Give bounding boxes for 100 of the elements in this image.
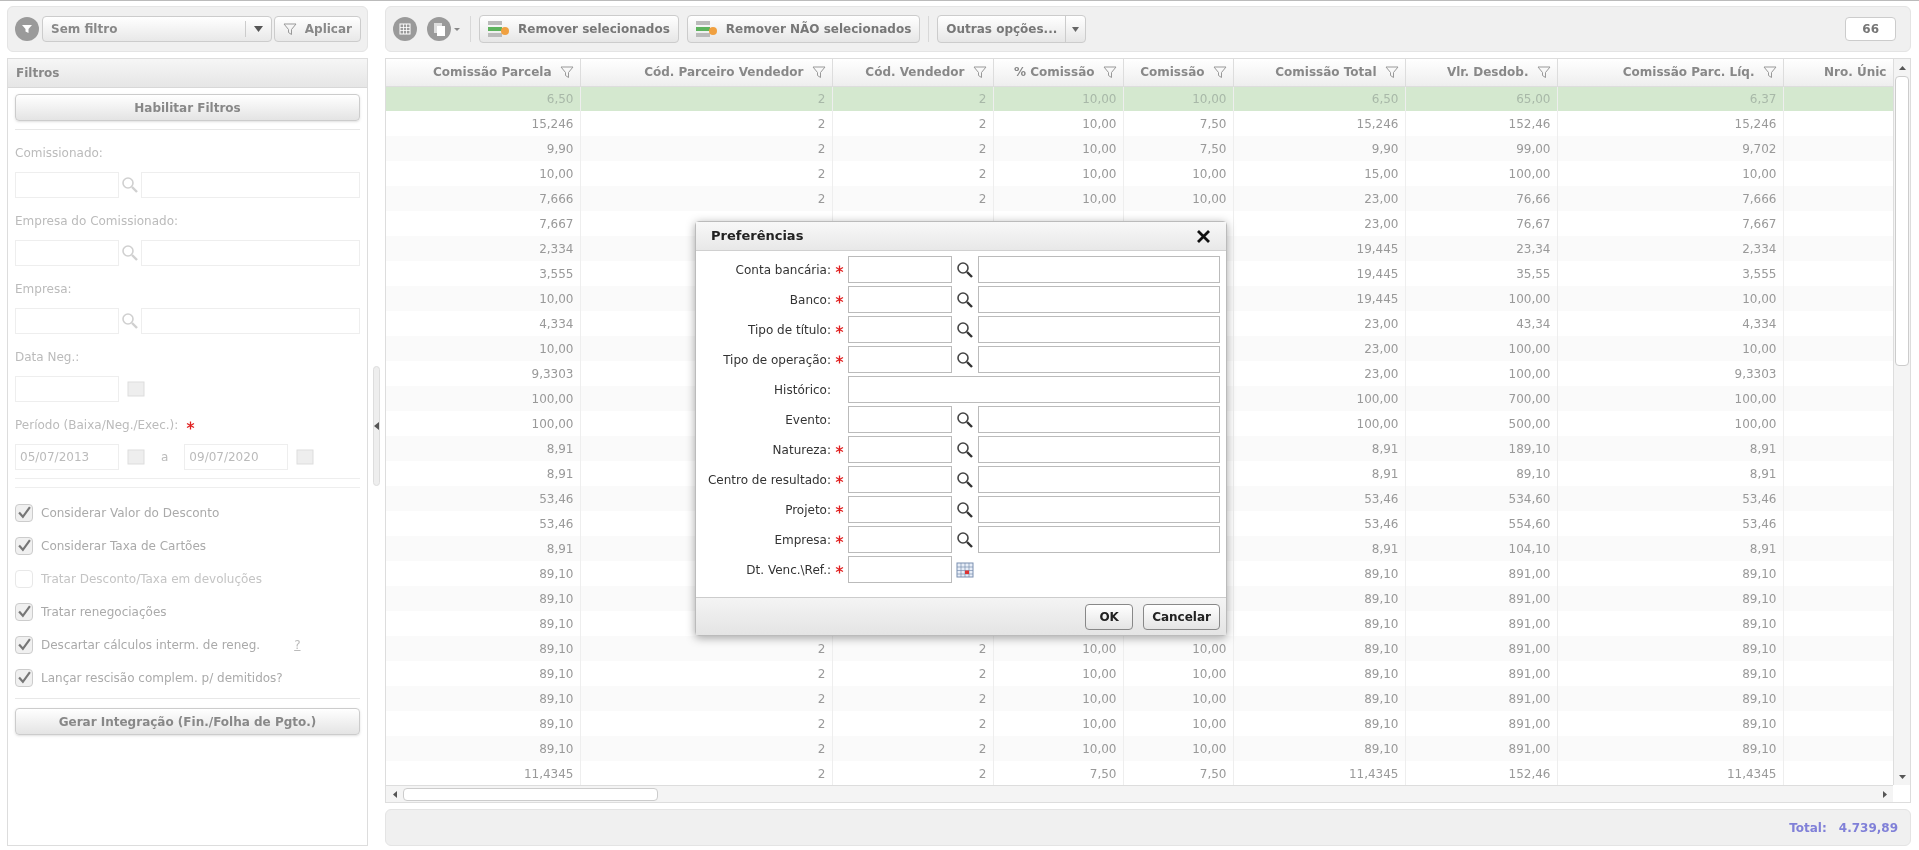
filter-icon[interactable]	[972, 65, 987, 80]
column-header[interactable]: Comissão Total	[1233, 59, 1405, 86]
column-header[interactable]: Cód. Parceiro Vendedor	[580, 59, 832, 86]
code-input[interactable]	[848, 466, 952, 493]
search-icon[interactable]	[956, 530, 974, 549]
table-cell: 23,34	[1516, 241, 1551, 256]
table-row[interactable]: 15,246 2 2 10,00 7,50 15,246 152,46 15,246	[386, 111, 1893, 136]
column-header[interactable]: % Comissão	[993, 59, 1123, 86]
description-input[interactable]	[978, 256, 1220, 283]
code-input[interactable]	[848, 346, 952, 373]
range-separator: a	[160, 449, 170, 466]
help-link[interactable]: ?	[294, 635, 301, 654]
column-header[interactable]: Cód. Vendedor	[832, 59, 993, 86]
table-cell: 2	[978, 666, 987, 681]
filter-icon[interactable]	[1384, 65, 1399, 80]
filter-icon[interactable]	[559, 65, 574, 80]
table-cell: 53,46	[539, 516, 574, 531]
filter-select[interactable]: Sem filtro	[42, 16, 272, 42]
remove-button[interactable]: Remover selecionados	[479, 15, 679, 43]
generate-integration-button[interactable]: Gerar Integração (Fin./Folha de Pgto.)	[15, 708, 360, 735]
apply-button[interactable]: Aplicar	[273, 16, 361, 42]
copy-menu-icon[interactable]	[426, 16, 462, 42]
scroll-left-icon[interactable]	[392, 790, 397, 798]
horizontal-scrollbar[interactable]	[386, 785, 1893, 802]
filter-icon[interactable]	[1762, 65, 1777, 80]
filter-icon[interactable]	[1536, 65, 1551, 80]
table-cell: 23,00	[1364, 191, 1399, 206]
code-input[interactable]	[848, 436, 952, 463]
code-input[interactable]	[848, 316, 952, 343]
description-input[interactable]	[978, 346, 1220, 373]
grid-icon[interactable]	[392, 16, 418, 42]
remove-button[interactable]: Remover NÃO selecionados	[686, 15, 921, 43]
search-icon[interactable]	[956, 290, 974, 309]
table-cell: 100,00	[1508, 341, 1551, 356]
code-input[interactable]	[848, 286, 952, 313]
table-cell: 19,445	[1356, 266, 1399, 281]
more-options-button[interactable]: Outras opções...	[937, 15, 1087, 43]
description-input[interactable]	[978, 496, 1220, 523]
column-header[interactable]: Comissão Parcela	[386, 59, 580, 86]
code-input[interactable]	[848, 496, 952, 523]
check-icon	[17, 671, 31, 684]
search-icon[interactable]	[956, 350, 974, 369]
checkbox[interactable]	[15, 536, 33, 555]
description-input[interactable]	[978, 466, 1220, 493]
table-cell: 2	[817, 716, 826, 731]
filter-icon[interactable]	[1102, 65, 1117, 80]
table-row[interactable]: 9,90 2 2 10,00 7,50 9,90 99,00 9,702	[386, 136, 1893, 161]
table-row[interactable]: 89,10 2 2 10,00 10,00 89,10 891,00 89,10	[386, 711, 1893, 736]
table-cell: 7,50	[1199, 766, 1227, 781]
column-header[interactable]: Vlr. Desdob.	[1405, 59, 1557, 86]
date-input[interactable]	[848, 556, 952, 583]
checkbox[interactable]	[15, 668, 33, 687]
dialog-button[interactable]: OK	[1085, 603, 1134, 630]
table-row[interactable]: 89,10 2 2 10,00 10,00 89,10 891,00 89,10	[386, 686, 1893, 711]
code-input[interactable]	[848, 526, 952, 553]
table-cell: 89,10	[539, 616, 574, 631]
search-icon[interactable]	[956, 410, 974, 429]
history-input[interactable]	[848, 376, 1220, 403]
scroll-thumb[interactable]	[1895, 76, 1909, 366]
scroll-thumb[interactable]	[403, 787, 658, 801]
code-input[interactable]	[848, 256, 952, 283]
table-row[interactable]: 11,4345 2 2 7,50 7,50 11,4345 152,46 11,4345	[386, 761, 1893, 785]
description-input[interactable]	[978, 316, 1220, 343]
filter-icon[interactable]	[282, 22, 297, 36]
table-row[interactable]: 89,10 2 2 10,00 10,00 89,10 891,00 89,10	[386, 736, 1893, 761]
filter-circle-icon[interactable]	[14, 16, 40, 42]
table-cell: 7,50	[1199, 116, 1227, 131]
table-cell: 2	[978, 641, 987, 656]
column-header[interactable]: Comissão	[1123, 59, 1233, 86]
calendar-icon[interactable]	[956, 560, 974, 579]
search-icon[interactable]	[956, 320, 974, 339]
enable-filters-button[interactable]: Habilitar Filtros	[15, 94, 360, 121]
description-input[interactable]	[978, 406, 1220, 433]
caret-icon[interactable]	[253, 26, 263, 32]
search-icon[interactable]	[956, 260, 974, 279]
search-icon[interactable]	[956, 440, 974, 459]
description-input[interactable]	[978, 286, 1220, 313]
description-input[interactable]	[978, 436, 1220, 463]
checkbox[interactable]	[15, 503, 33, 522]
table-row[interactable]: 7,666 2 2 10,00 10,00 23,00 76,66 7,666	[386, 186, 1893, 211]
filter-icon[interactable]	[811, 65, 826, 80]
search-icon[interactable]	[956, 470, 974, 489]
filter-icon[interactable]	[1212, 65, 1227, 80]
search-icon[interactable]	[956, 500, 974, 519]
description-input[interactable]	[978, 526, 1220, 553]
collapse-arrow-icon[interactable]	[374, 421, 379, 430]
scroll-up-icon[interactable]	[1898, 65, 1906, 70]
dialog-button[interactable]: Cancelar	[1143, 603, 1220, 630]
code-input[interactable]	[848, 406, 952, 433]
table-row[interactable]: 89,10 2 2 10,00 10,00 89,10 891,00 89,10	[386, 636, 1893, 661]
option-label: Considerar Valor do Desconto	[41, 504, 220, 522]
scroll-right-icon[interactable]	[1882, 790, 1887, 798]
table-row[interactable]: 89,10 2 2 10,00 10,00 89,10 891,00 89,10	[386, 661, 1893, 686]
checkbox[interactable]	[15, 635, 33, 654]
close-button[interactable]	[1195, 228, 1211, 244]
splitter-handle[interactable]	[373, 365, 380, 486]
column-header[interactable]: Comissão Parc. Líq.	[1557, 59, 1783, 86]
checkbox[interactable]	[15, 602, 33, 621]
table-row[interactable]: 10,00 2 2 10,00 10,00 15,00 100,00 10,00	[386, 161, 1893, 186]
scroll-down-icon[interactable]	[1898, 774, 1906, 779]
